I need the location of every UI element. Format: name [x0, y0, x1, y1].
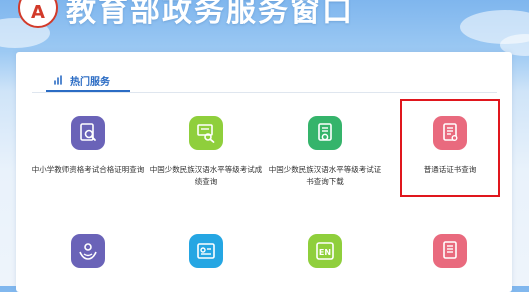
service-label: 中国少数民族汉语水平等级考试成绩查询 [149, 165, 263, 186]
service-item[interactable] [390, 234, 510, 282]
certificate-download-icon [308, 116, 342, 150]
service-item-teacher-certificate[interactable]: 中小学教师资格考试合格证明查询 [28, 116, 148, 176]
site-title[interactable]: 教育部政务服务窗口 [66, 0, 354, 30]
tab-hot-services[interactable]: 热门服务 [46, 70, 130, 92]
service-item-exam-score[interactable]: 中国少数民族汉语水平等级考试成绩查询 [146, 116, 266, 188]
english-exam-icon: EN [308, 234, 342, 268]
service-item[interactable]: EN [265, 234, 385, 282]
service-item[interactable] [28, 234, 148, 282]
service-item-certificate-download[interactable]: 中国少数民族汉语水平等级考试证书查询下载 [265, 116, 385, 188]
logo-mark: A [31, 2, 45, 23]
hot-services-panel: 热门服务 中小学教师资格考试合格证明查询 中国少数民族汉语水平等级考试成绩查询 [16, 52, 512, 292]
svg-text:EN: EN [319, 248, 331, 257]
exam-score-search-icon [189, 116, 223, 150]
site-header: A 教育部政务服务窗口 [0, 0, 529, 40]
hot-services-icon [54, 75, 62, 85]
service-item[interactable] [146, 234, 266, 282]
ministry-logo[interactable]: A [18, 0, 58, 28]
selection-highlight-box [400, 99, 500, 197]
tab-label: 热门服务 [70, 76, 110, 88]
service-label: 中小学教师资格考试合格证明查询 [31, 165, 145, 174]
service-tab-bar: 热门服务 [32, 68, 497, 93]
service-label: 中国少数民族汉语水平等级考试证书查询下载 [268, 165, 382, 186]
teacher-certificate-search-icon [71, 116, 105, 150]
student-care-icon [71, 234, 105, 268]
document-icon [433, 234, 467, 268]
id-card-icon [189, 234, 223, 268]
